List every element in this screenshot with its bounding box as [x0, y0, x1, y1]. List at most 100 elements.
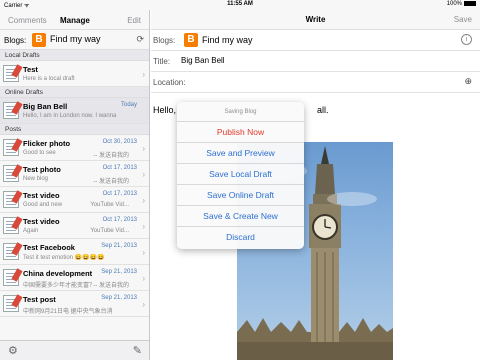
- post-extra: -- 发送自我的: [93, 179, 129, 185]
- post-extra: -- 发送自我的: [93, 153, 129, 159]
- post-title: Test video: [23, 191, 60, 200]
- refresh-icon[interactable]: ⟳: [136, 34, 144, 45]
- blogger-icon: B: [32, 33, 46, 47]
- post-excerpt: Test it test emotion 😄😄😄😄: [23, 255, 105, 261]
- sidebar-toolbar: ⚙ ✎: [0, 340, 149, 360]
- post-icon: [3, 295, 19, 312]
- post-icon: [3, 102, 19, 119]
- save-options-popover: Saving Blog Publish Now Save and Preview…: [177, 102, 304, 249]
- post-date: Sep 21, 2013: [101, 269, 137, 275]
- list-item[interactable]: Test video Oct 17, 2013 Good and new You…: [0, 187, 149, 213]
- post-icon: [3, 139, 19, 156]
- list-item[interactable]: Test video Oct 17, 2013 Again YouTube Vi…: [0, 213, 149, 239]
- list-item[interactable]: Test Here is a local draft ›: [0, 61, 149, 87]
- list-item[interactable]: Test photo Oct 17, 2013 New blog -- 发送自我…: [0, 161, 149, 187]
- post-title: Test: [23, 65, 38, 74]
- location-label: Location:: [153, 78, 186, 87]
- editor-nav: Write Save: [151, 10, 480, 30]
- post-extra: -- 发送自我的: [93, 283, 129, 289]
- sidebar-nav: Comments Manage Edit: [0, 10, 149, 30]
- list-item[interactable]: Big Ban Bell Today Hello, I am in London…: [0, 98, 149, 124]
- section-posts: Posts: [0, 124, 149, 135]
- list-item[interactable]: Flicker photo Oct 30, 2013 Good to see -…: [0, 135, 149, 161]
- chevron-right-icon: ›: [142, 70, 145, 79]
- status-bar: Carrier ᯤ 11:55 AM 100%: [0, 0, 480, 10]
- post-date: Oct 17, 2013: [102, 191, 137, 197]
- battery-percent: 100%: [446, 1, 462, 8]
- blogs-label: Blogs:: [4, 36, 27, 45]
- list-item[interactable]: Test post Sep 21, 2013 中新网9月21日电 据中央气象台消…: [0, 291, 149, 317]
- post-date: Today: [120, 102, 137, 108]
- post-extra: YouTube Vid...: [90, 202, 129, 208]
- chevron-right-icon: ›: [142, 222, 145, 231]
- post-title: Flicker photo: [23, 139, 71, 148]
- page-title: Write: [305, 15, 326, 24]
- post-date: Sep 21, 2013: [101, 243, 137, 249]
- post-title: Test photo: [23, 165, 61, 174]
- post-title: Big Ban Bell: [23, 102, 68, 111]
- compose-icon[interactable]: ✎: [133, 344, 142, 357]
- post-excerpt: New blog: [23, 176, 49, 182]
- chevron-right-icon: ›: [142, 274, 145, 283]
- save-create-new-button[interactable]: Save & Create New: [177, 206, 304, 227]
- post-title: Test Facebook: [23, 243, 75, 252]
- body-text-end: all.: [317, 105, 329, 115]
- title-input[interactable]: Big Ban Bell: [181, 56, 225, 65]
- publish-now-button[interactable]: Publish Now: [177, 122, 304, 143]
- chevron-right-icon: ›: [142, 196, 145, 205]
- chevron-right-icon: ›: [142, 248, 145, 257]
- post-date: Oct 30, 2013: [102, 139, 137, 145]
- comments-tab[interactable]: Comments: [8, 16, 47, 25]
- save-local-draft-button[interactable]: Save Local Draft: [177, 164, 304, 185]
- section-local-drafts: Local Drafts: [0, 50, 149, 61]
- chevron-right-icon: ›: [142, 144, 145, 153]
- battery-icon: [464, 1, 476, 6]
- post-excerpt: Hello, I am in London now. I wanna: [23, 113, 117, 119]
- gear-icon[interactable]: ⚙: [8, 344, 18, 357]
- post-title: China development: [23, 269, 93, 278]
- chevron-right-icon: ›: [142, 300, 145, 309]
- post-excerpt: Here is a local draft: [23, 76, 75, 82]
- post-date: Sep 21, 2013: [101, 295, 137, 301]
- save-and-preview-button[interactable]: Save and Preview: [177, 143, 304, 164]
- post-excerpt: Good to see: [23, 150, 56, 156]
- chevron-right-icon: ›: [142, 170, 145, 179]
- post-excerpt: Good and new: [23, 202, 63, 208]
- blog-name: Find my way: [202, 35, 253, 45]
- blogger-icon: B: [184, 33, 198, 47]
- post-icon: [3, 65, 19, 82]
- save-online-draft-button[interactable]: Save Online Draft: [177, 185, 304, 206]
- location-field[interactable]: Location: ⊕: [151, 72, 480, 93]
- title-label: Title:: [153, 57, 171, 66]
- blog-selector[interactable]: Blogs: B Find my way ⟳: [0, 30, 149, 50]
- post-title: Test post: [23, 295, 56, 304]
- post-excerpt: 中新网9月21日电 据中央气象台消: [23, 309, 113, 315]
- section-online-drafts: Online Drafts: [0, 87, 149, 98]
- title-field[interactable]: Title: Big Ban Bell: [151, 51, 480, 72]
- clock: 11:55 AM: [227, 1, 253, 7]
- post-icon: [3, 165, 19, 182]
- save-button[interactable]: Save: [454, 15, 472, 24]
- post-icon: [3, 243, 19, 260]
- location-target-icon[interactable]: ⊕: [464, 76, 472, 87]
- list-item[interactable]: China development Sep 21, 2013 中国需要多少年才能…: [0, 265, 149, 291]
- blogs-label: Blogs:: [153, 36, 176, 45]
- battery-indicator: 100%: [447, 1, 476, 7]
- post-date: Oct 17, 2013: [102, 165, 137, 171]
- info-icon[interactable]: i: [461, 34, 472, 45]
- popover-title: Saving Blog: [177, 102, 304, 122]
- post-icon: [3, 191, 19, 208]
- blog-field[interactable]: Blogs: B Find my way i: [151, 30, 480, 51]
- post-title: Test video: [23, 217, 60, 226]
- post-icon: [3, 217, 19, 234]
- list-item[interactable]: Test Facebook Sep 21, 2013 Test it test …: [0, 239, 149, 265]
- discard-button[interactable]: Discard: [177, 227, 304, 248]
- edit-button[interactable]: Edit: [127, 16, 141, 25]
- sidebar: Comments Manage Edit Blogs: B Find my wa…: [0, 10, 150, 360]
- blog-name: Find my way: [50, 34, 101, 44]
- post-excerpt: Again: [23, 228, 39, 234]
- post-date: Oct 17, 2013: [102, 217, 137, 223]
- posts-list: Flicker photo Oct 30, 2013 Good to see -…: [0, 135, 149, 317]
- manage-tab[interactable]: Manage: [60, 16, 90, 25]
- post-icon: [3, 269, 19, 286]
